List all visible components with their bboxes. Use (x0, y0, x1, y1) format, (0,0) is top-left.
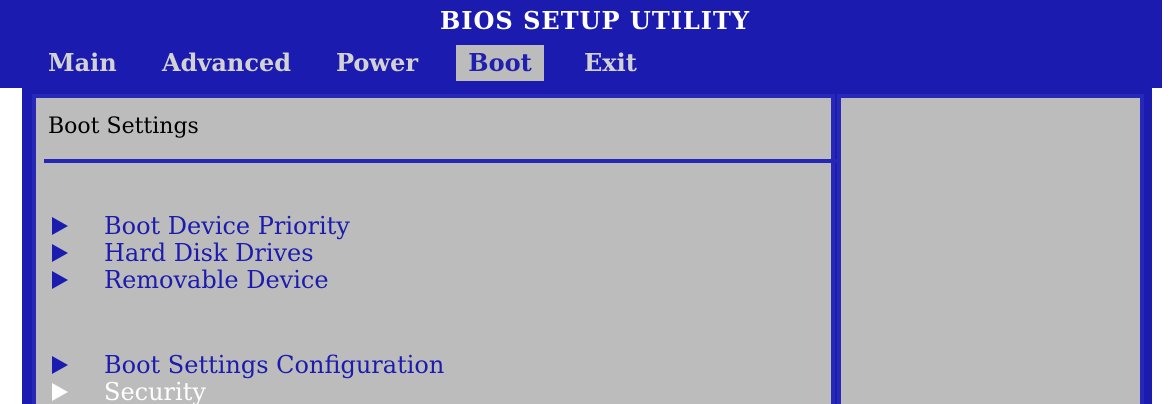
help-panel (837, 94, 1144, 404)
tab-power[interactable]: Power (336, 45, 436, 81)
menu-item-label: Boot Settings Configuration (104, 351, 445, 379)
right-triangle-icon (52, 216, 68, 235)
tab-exit[interactable]: Exit (584, 45, 664, 81)
menu-item-label: Security (104, 378, 206, 404)
menu-item-hard-disk-drives[interactable]: Hard Disk Drives (52, 239, 314, 267)
app-title: BIOS SETUP UTILITY (439, 6, 751, 35)
header-bar: BIOS SETUP UTILITY Main Advanced Power B… (0, 0, 1162, 88)
menu-item-label: Boot Device Priority (104, 212, 350, 240)
right-triangle-icon (52, 382, 68, 401)
menu-item-removable-device[interactable]: Removable Device (52, 266, 329, 294)
settings-panel: Boot Settings Boot Device Priority Hard … (32, 94, 845, 404)
panel-frame: Boot Settings Boot Device Priority Hard … (22, 88, 1152, 404)
menu-item-label: Removable Device (104, 266, 329, 294)
right-triangle-icon (52, 355, 68, 374)
section-title: Boot Settings (48, 114, 199, 139)
menu-item-boot-settings-configuration[interactable]: Boot Settings Configuration (52, 351, 444, 379)
menu-item-label: Hard Disk Drives (104, 239, 314, 267)
bios-screen: BIOS SETUP UTILITY Main Advanced Power B… (0, 0, 1174, 404)
right-triangle-icon (52, 270, 68, 289)
tab-main[interactable]: Main (48, 45, 128, 81)
section-divider (44, 159, 845, 163)
menu-item-security[interactable]: Security (52, 378, 206, 404)
tab-boot[interactable]: Boot (456, 45, 544, 81)
tab-advanced[interactable]: Advanced (162, 45, 312, 81)
right-triangle-icon (52, 243, 68, 262)
menu-item-boot-device-priority[interactable]: Boot Device Priority (52, 212, 350, 240)
